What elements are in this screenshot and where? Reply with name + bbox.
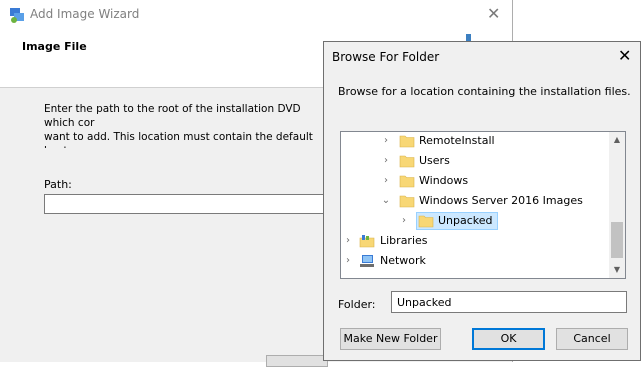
- folder-label: Folder:: [338, 298, 376, 311]
- tree-scrollbar[interactable]: ▲ ▼: [609, 132, 625, 278]
- folder-icon: [418, 215, 434, 228]
- tree-item-remoteinstall[interactable]: › RemoteInstall: [341, 132, 611, 150]
- dialog-title: Browse For Folder: [332, 50, 440, 64]
- chevron-right-icon[interactable]: ›: [381, 135, 391, 147]
- tree-item-windows-server-2016-images[interactable]: ⌄ Windows Server 2016 Images: [341, 192, 611, 210]
- chevron-right-icon[interactable]: ›: [343, 235, 353, 247]
- tree-item-label: Libraries: [380, 234, 428, 247]
- tree-item-label: Unpacked: [438, 214, 493, 227]
- wizard-close-icon[interactable]: ✕: [487, 5, 500, 23]
- tree-item-unpacked[interactable]: › Unpacked: [341, 212, 611, 230]
- tree-item-network[interactable]: › Network: [341, 252, 611, 270]
- tree-item-label: Windows: [419, 174, 469, 187]
- folder-icon: [399, 195, 415, 208]
- path-label: Path:: [44, 178, 72, 191]
- chevron-down-icon[interactable]: ⌄: [381, 195, 391, 207]
- folder-icon: [399, 175, 415, 188]
- wizard-description: Enter the path to the root of the instal…: [44, 103, 313, 148]
- chevron-right-icon[interactable]: ›: [381, 155, 391, 167]
- make-new-folder-button[interactable]: Make New Folder: [340, 328, 441, 350]
- network-icon: [360, 255, 374, 267]
- tree-item-windows[interactable]: › Windows: [341, 172, 611, 190]
- chevron-right-icon[interactable]: ›: [381, 175, 391, 187]
- wizard-titlebar: Add Image Wizard ✕: [0, 0, 512, 30]
- wizard-title: Add Image Wizard: [30, 7, 140, 21]
- tree-item-label: Windows Server 2016 Images: [419, 194, 583, 207]
- ok-button[interactable]: OK: [472, 328, 545, 350]
- browse-for-folder-dialog: Browse For Folder ✕ Browse for a locatio…: [323, 41, 641, 361]
- folder-tree[interactable]: › RemoteInstall › Users › Windows ⌄ Wind…: [340, 131, 626, 279]
- page-title: Image File: [22, 40, 87, 53]
- scroll-thumb[interactable]: [611, 222, 623, 258]
- folder-icon: [399, 135, 415, 148]
- tree-item-label: Network: [380, 254, 426, 267]
- dialog-close-icon[interactable]: ✕: [618, 47, 631, 65]
- dialog-description: Browse for a location containing the ins…: [338, 85, 631, 98]
- folder-icon: [399, 155, 415, 168]
- wizard-bottom-button[interactable]: [266, 355, 328, 367]
- tree-item-libraries[interactable]: › Libraries: [341, 232, 611, 250]
- scroll-down-icon[interactable]: ▼: [609, 262, 625, 278]
- wizard-app-icon: [10, 8, 24, 23]
- path-input[interactable]: [44, 194, 334, 214]
- chevron-right-icon[interactable]: ›: [343, 255, 353, 267]
- tree-item-label: Users: [419, 154, 450, 167]
- scroll-up-icon[interactable]: ▲: [609, 132, 625, 148]
- chevron-right-icon[interactable]: ›: [399, 215, 409, 227]
- cancel-button[interactable]: Cancel: [556, 328, 628, 350]
- libraries-icon: [359, 235, 375, 248]
- tree-item-label: RemoteInstall: [419, 134, 495, 147]
- tree-item-users[interactable]: › Users: [341, 152, 611, 170]
- folder-input[interactable]: [391, 291, 627, 313]
